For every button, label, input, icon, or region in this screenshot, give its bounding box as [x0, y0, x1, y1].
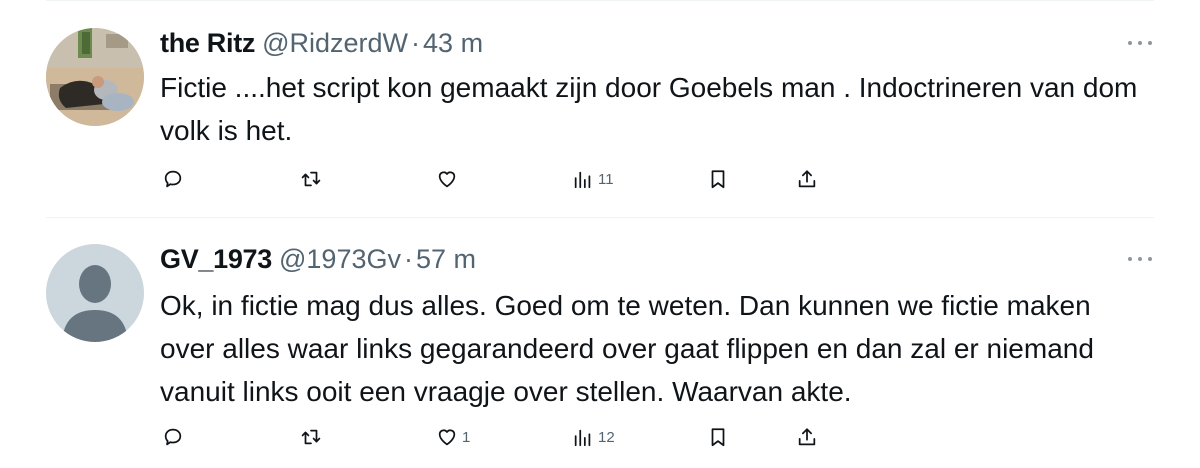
user-handle[interactable]: @1973Gv	[279, 244, 401, 275]
heart-icon	[438, 429, 456, 446]
views-count: 11	[598, 170, 614, 188]
tweet-text: Ok, in fictie mag dus alles. Goed om te …	[160, 290, 1094, 407]
more-options-icon[interactable]	[1128, 38, 1152, 48]
views-button[interactable]: 11	[572, 166, 614, 192]
tweet-header: GV_1973 @1973Gv · 57 m	[160, 244, 476, 280]
reply-icon	[164, 170, 182, 188]
retweet-icon	[301, 171, 321, 187]
share-icon	[798, 428, 816, 446]
avatar[interactable]	[46, 244, 144, 342]
default-avatar-icon	[46, 244, 144, 342]
display-name[interactable]: the Ritz	[160, 28, 255, 59]
retweet-button[interactable]	[300, 166, 322, 192]
avatar-photo	[46, 28, 144, 126]
separator-dot: ·	[411, 28, 421, 58]
share-icon	[798, 170, 816, 188]
share-button[interactable]	[796, 424, 818, 450]
views-icon	[574, 171, 591, 189]
bookmark-icon	[711, 428, 725, 447]
views-button[interactable]: 12	[572, 424, 615, 450]
more-options-icon[interactable]	[1128, 254, 1152, 264]
tweet[interactable]: the Ritz @RidzerdW · 43 m Fictie ....het…	[0, 28, 1200, 218]
bookmark-button[interactable]	[707, 424, 729, 450]
like-button[interactable]	[436, 166, 462, 192]
reply-icon	[164, 428, 182, 446]
like-button[interactable]: 1	[436, 424, 470, 450]
user-handle[interactable]: @RidzerdW	[262, 28, 408, 59]
like-count: 1	[462, 428, 471, 446]
top-divider	[46, 0, 1154, 1]
tweet-text: Fictie ....het script kon gemaakt zijn d…	[160, 72, 1138, 146]
separator-dot: ·	[403, 244, 413, 274]
views-count: 12	[598, 428, 615, 446]
tweet-header: the Ritz @RidzerdW · 43 m	[160, 28, 483, 64]
retweet-icon	[301, 429, 321, 445]
avatar[interactable]	[46, 28, 144, 126]
timestamp[interactable]: 43 m	[423, 28, 483, 59]
reply-feed: the Ritz @RidzerdW · 43 m Fictie ....het…	[0, 0, 1200, 468]
reply-button[interactable]	[162, 166, 184, 192]
timestamp[interactable]: 57 m	[416, 244, 476, 275]
bookmark-button[interactable]	[707, 166, 729, 192]
share-button[interactable]	[796, 166, 818, 192]
views-icon	[574, 429, 591, 447]
display-name[interactable]: GV_1973	[160, 244, 272, 275]
tweet-divider	[46, 217, 1154, 218]
retweet-button[interactable]	[300, 424, 322, 450]
action-bar: 11	[0, 166, 1200, 192]
tweet[interactable]: GV_1973 @1973Gv · 57 m Ok, in fictie mag…	[0, 244, 1200, 468]
action-bar: 1 12	[0, 424, 1200, 450]
heart-icon	[438, 171, 456, 188]
reply-button[interactable]	[162, 424, 184, 450]
bookmark-icon	[711, 170, 725, 189]
